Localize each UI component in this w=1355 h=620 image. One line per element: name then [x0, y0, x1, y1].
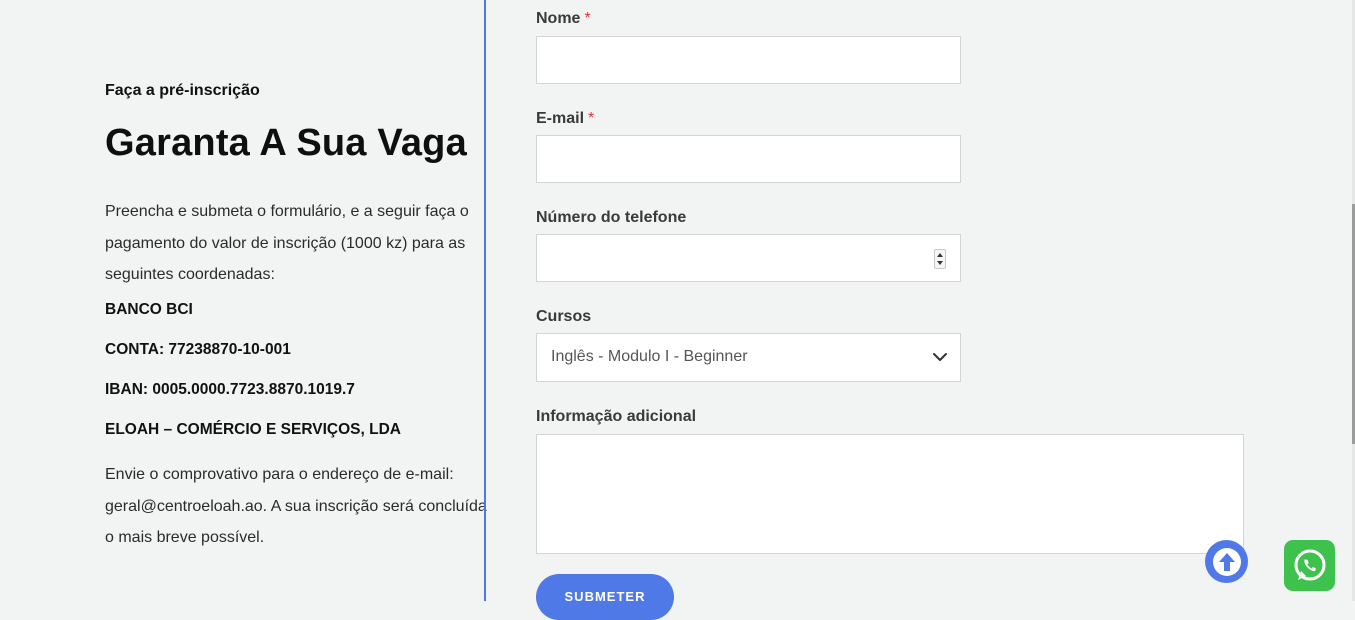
arrow-up-icon — [1212, 547, 1241, 576]
info-label: Informação adicional — [536, 408, 697, 425]
courses-label: Cursos — [536, 308, 592, 325]
email-field-box — [536, 135, 961, 183]
stepper-down-icon[interactable] — [937, 261, 943, 265]
phone-label: Número do telefone — [536, 209, 687, 226]
name-field-box — [536, 36, 961, 84]
column-divider — [484, 0, 486, 601]
name-label-text: Nome — [536, 10, 581, 27]
whatsapp-icon — [1294, 549, 1325, 580]
info-textarea[interactable] — [537, 435, 1243, 553]
eyebrow-text: Faça a pré-inscrição — [105, 82, 260, 99]
intro-paragraph: Preencha e submeta o formulário, e a seg… — [105, 203, 469, 283]
required-mark: * — [588, 110, 595, 127]
number-stepper[interactable] — [934, 249, 946, 269]
chevron-down-icon — [933, 353, 947, 361]
submit-button[interactable]: SUBMETER — [536, 574, 674, 620]
email-label: E-mail * — [536, 110, 594, 128]
courses-select[interactable]: Inglês - Modulo I - Beginner — [536, 333, 961, 382]
stepper-up-icon[interactable] — [937, 253, 943, 257]
company-name: ELOAH – COMÉRCIO E SERVIÇOS, LDA — [105, 421, 401, 438]
outro-paragraph: Envie o comprovativo para o endereço de … — [105, 466, 487, 546]
name-label: Nome * — [536, 10, 591, 28]
account-number: CONTA: 77238870-10-001 — [105, 341, 291, 358]
whatsapp-button[interactable] — [1284, 540, 1335, 591]
phone-input[interactable] — [537, 235, 960, 281]
scroll-to-top-button[interactable] — [1205, 540, 1248, 583]
info-field-box — [536, 434, 1244, 554]
required-mark: * — [584, 10, 591, 27]
email-label-text: E-mail — [536, 110, 585, 127]
name-input[interactable] — [537, 37, 960, 83]
courses-selected-value: Inglês - Modulo I - Beginner — [551, 348, 748, 365]
email-input[interactable] — [537, 136, 960, 182]
iban-number: IBAN: 0005.0000.7723.8870.1019.7 — [105, 381, 355, 398]
page-title: Garanta A Sua Vaga — [105, 122, 467, 164]
phone-field-box — [536, 234, 961, 282]
bank-name: BANCO BCI — [105, 301, 193, 318]
